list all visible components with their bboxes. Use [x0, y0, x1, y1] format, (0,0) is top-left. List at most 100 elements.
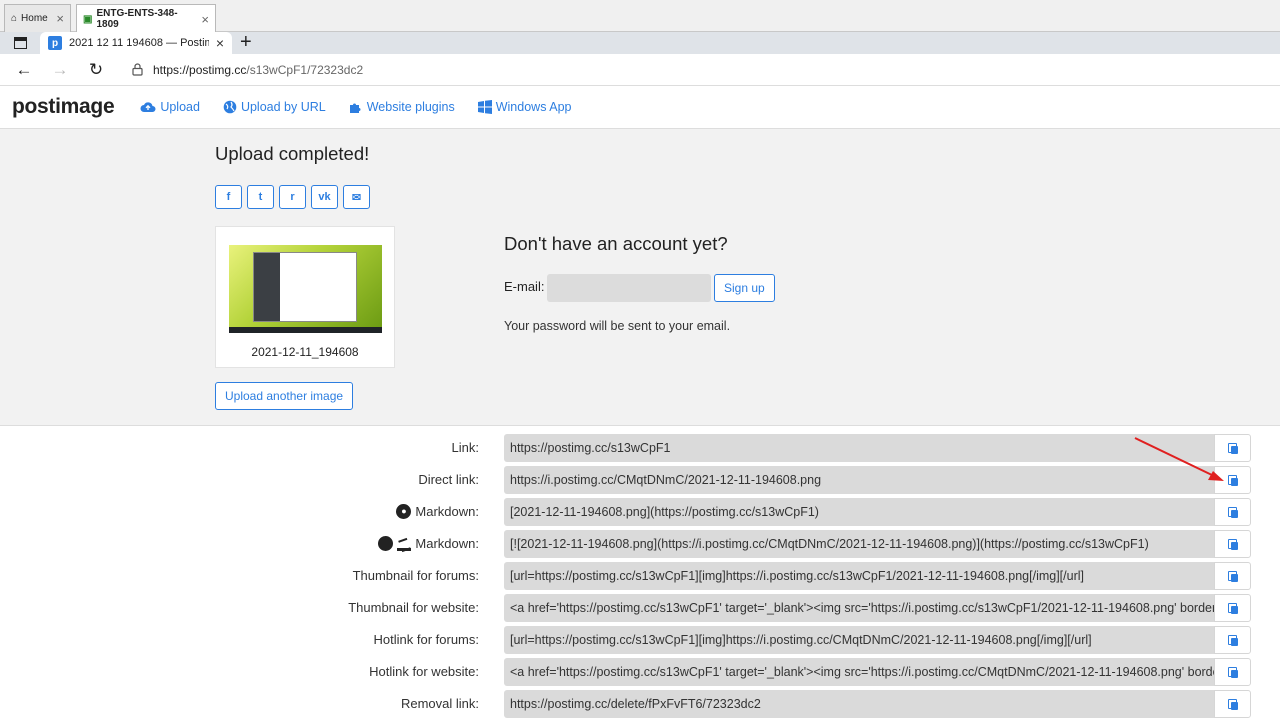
link-value-field[interactable]: https://postimg.cc/s13wCpF1: [504, 434, 1214, 462]
link-label: Thumbnail for forums:: [352, 568, 479, 583]
share-twitter-button[interactable]: t: [247, 185, 274, 209]
password-note: Your password will be sent to your email…: [504, 319, 731, 333]
windows-icon: [477, 100, 492, 114]
link-label: Hotlink for forums:: [373, 632, 479, 647]
copy-button[interactable]: [1214, 562, 1251, 590]
puzzle-icon: [349, 103, 361, 113]
nav-label: Upload by URL: [240, 100, 326, 114]
link-label: Direct link:: [418, 472, 479, 487]
link-row: Link: https://postimg.cc/s13wCpF1: [0, 434, 1280, 462]
image-thumbnail-card[interactable]: 2021-12-11_194608: [215, 226, 395, 368]
remote-desktop-icon: ▣: [83, 13, 93, 25]
link-value-field[interactable]: [2021-12-11-194608.png](https://postimg.…: [504, 498, 1214, 526]
link-row: Hotlink for forums: [url=https://postimg…: [0, 626, 1280, 654]
copy-button[interactable]: [1214, 434, 1251, 462]
link-value-field[interactable]: https://postimg.cc/delete/fPxFvFT6/72323…: [504, 690, 1214, 718]
link-value-field[interactable]: [url=https://postimg.cc/s13wCpF1][img]ht…: [504, 626, 1214, 654]
nav-upload[interactable]: Upload: [140, 100, 200, 114]
close-icon[interactable]: ×: [201, 12, 209, 27]
vk-icon: vk: [318, 191, 331, 203]
share-buttons: f t r vk ✉: [215, 185, 370, 209]
reload-icon[interactable]: ↻: [78, 60, 114, 80]
reddit-icon: r: [290, 191, 295, 203]
copy-icon: [1227, 570, 1238, 582]
copy-icon: [1227, 506, 1238, 518]
github-icon: [378, 536, 394, 551]
account-title: Don't have an account yet?: [504, 233, 728, 254]
link-value-field[interactable]: [url=https://postimg.cc/s13wCpF1][img]ht…: [504, 562, 1214, 590]
window-menu-icon[interactable]: [14, 37, 27, 49]
link-label: Markdown:: [378, 536, 479, 551]
share-links-table: Link: https://postimg.cc/s13wCpF1 Direct…: [0, 426, 1280, 724]
nav-label: Windows App: [495, 100, 572, 114]
image-thumbnail[interactable]: [229, 245, 382, 333]
site-header: postimage Upload Upload by URL Website p…: [0, 86, 1280, 129]
link-row: Thumbnail for forums: [url=https://posti…: [0, 562, 1280, 590]
upload-summary: Upload completed! f t r vk ✉ 2021-12-11_…: [0, 129, 1280, 426]
copy-icon: [1227, 538, 1238, 550]
address-bar: ← → ↻ https://postimg.cc/s13wCpF1/72323d…: [0, 54, 1280, 86]
link-row: ● Markdown: [2021-12-11-194608.png](http…: [0, 498, 1280, 526]
link-label: Link:: [451, 440, 479, 455]
share-email-button[interactable]: ✉: [343, 185, 370, 209]
link-label: Hotlink for website:: [369, 664, 479, 679]
link-row: Thumbnail for website: <a href='https://…: [0, 594, 1280, 622]
session-tab-label: ENTG-ENTS-348-1809: [96, 8, 178, 30]
link-row: Markdown: [![2021-12-11-194608.png](http…: [0, 530, 1280, 558]
remote-session-tabs: ⌂ Home × ▣ ENTG-ENTS-348-1809 ×: [0, 0, 1280, 33]
signup-button[interactable]: Sign up: [714, 274, 775, 302]
copy-button[interactable]: [1214, 594, 1251, 622]
twitter-icon: t: [258, 191, 263, 203]
postimage-logo[interactable]: postimage: [12, 95, 115, 119]
copy-icon: [1227, 666, 1238, 678]
reddit-icon: ●: [396, 504, 412, 519]
browser-tab-postimages[interactable]: p 2021 12 11 194608 — Postimages ×: [40, 32, 232, 54]
link-value-field[interactable]: <a href='https://postimg.cc/s13wCpF1' ta…: [504, 658, 1214, 686]
link-row: Hotlink for website: <a href='https://po…: [0, 658, 1280, 686]
nav-label: Upload: [160, 100, 200, 114]
copy-button[interactable]: [1214, 658, 1251, 686]
link-value-field[interactable]: [![2021-12-11-194608.png](https://i.post…: [504, 530, 1214, 558]
close-tab-icon[interactable]: ×: [216, 35, 224, 51]
link-label: ● Markdown:: [396, 504, 479, 519]
postimages-favicon-icon: p: [48, 36, 62, 50]
upload-another-button[interactable]: Upload another image: [215, 382, 354, 410]
close-icon[interactable]: ×: [56, 11, 64, 26]
envelope-icon: ✉: [351, 191, 362, 204]
link-value-field[interactable]: <a href='https://postimg.cc/s13wCpF1' ta…: [504, 594, 1214, 622]
lock-icon: [132, 63, 143, 76]
forward-arrow-icon[interactable]: →: [42, 60, 78, 80]
nav-upload-by-url[interactable]: Upload by URL: [223, 100, 326, 114]
copy-button[interactable]: [1214, 466, 1251, 494]
nav-website-plugins[interactable]: Website plugins: [349, 100, 455, 114]
copy-icon: [1227, 474, 1238, 486]
facebook-icon: f: [226, 191, 231, 203]
session-tab-home[interactable]: ⌂ Home ×: [4, 4, 71, 32]
email-input[interactable]: [547, 274, 711, 302]
copy-button[interactable]: [1214, 530, 1251, 558]
share-facebook-button[interactable]: f: [215, 185, 242, 209]
thumbnail-taskbar: [229, 327, 382, 333]
copy-icon: [1227, 442, 1238, 454]
copy-button[interactable]: [1214, 498, 1251, 526]
share-vk-button[interactable]: vk: [311, 185, 338, 209]
link-value-field[interactable]: https://i.postimg.cc/CMqtDNmC/2021-12-11…: [504, 466, 1214, 494]
copy-icon: [1227, 602, 1238, 614]
copy-button[interactable]: [1214, 626, 1251, 654]
url-field[interactable]: https://postimg.cc/s13wCpF1/72323dc2: [124, 57, 1280, 83]
back-arrow-icon[interactable]: ←: [6, 60, 42, 80]
nav-windows-app[interactable]: Windows App: [477, 100, 572, 114]
share-reddit-button[interactable]: r: [279, 185, 306, 209]
stackoverflow-icon: [397, 536, 412, 551]
url-host: https://postimg.cc: [153, 62, 247, 77]
home-icon: ⌂: [11, 13, 18, 24]
thumbnail-window: [253, 252, 357, 322]
new-tab-icon[interactable]: +: [240, 32, 252, 54]
logo-text: postimage: [12, 95, 115, 118]
link-label: Thumbnail for website:: [348, 600, 479, 615]
upload-completed-title: Upload completed!: [215, 143, 370, 164]
browser-tab-strip: p 2021 12 11 194608 — Postimages × +: [0, 32, 1280, 54]
copy-button[interactable]: [1214, 690, 1251, 718]
session-tab-entg[interactable]: ▣ ENTG-ENTS-348-1809 ×: [76, 4, 216, 33]
cloud-upload-icon: [140, 102, 156, 112]
